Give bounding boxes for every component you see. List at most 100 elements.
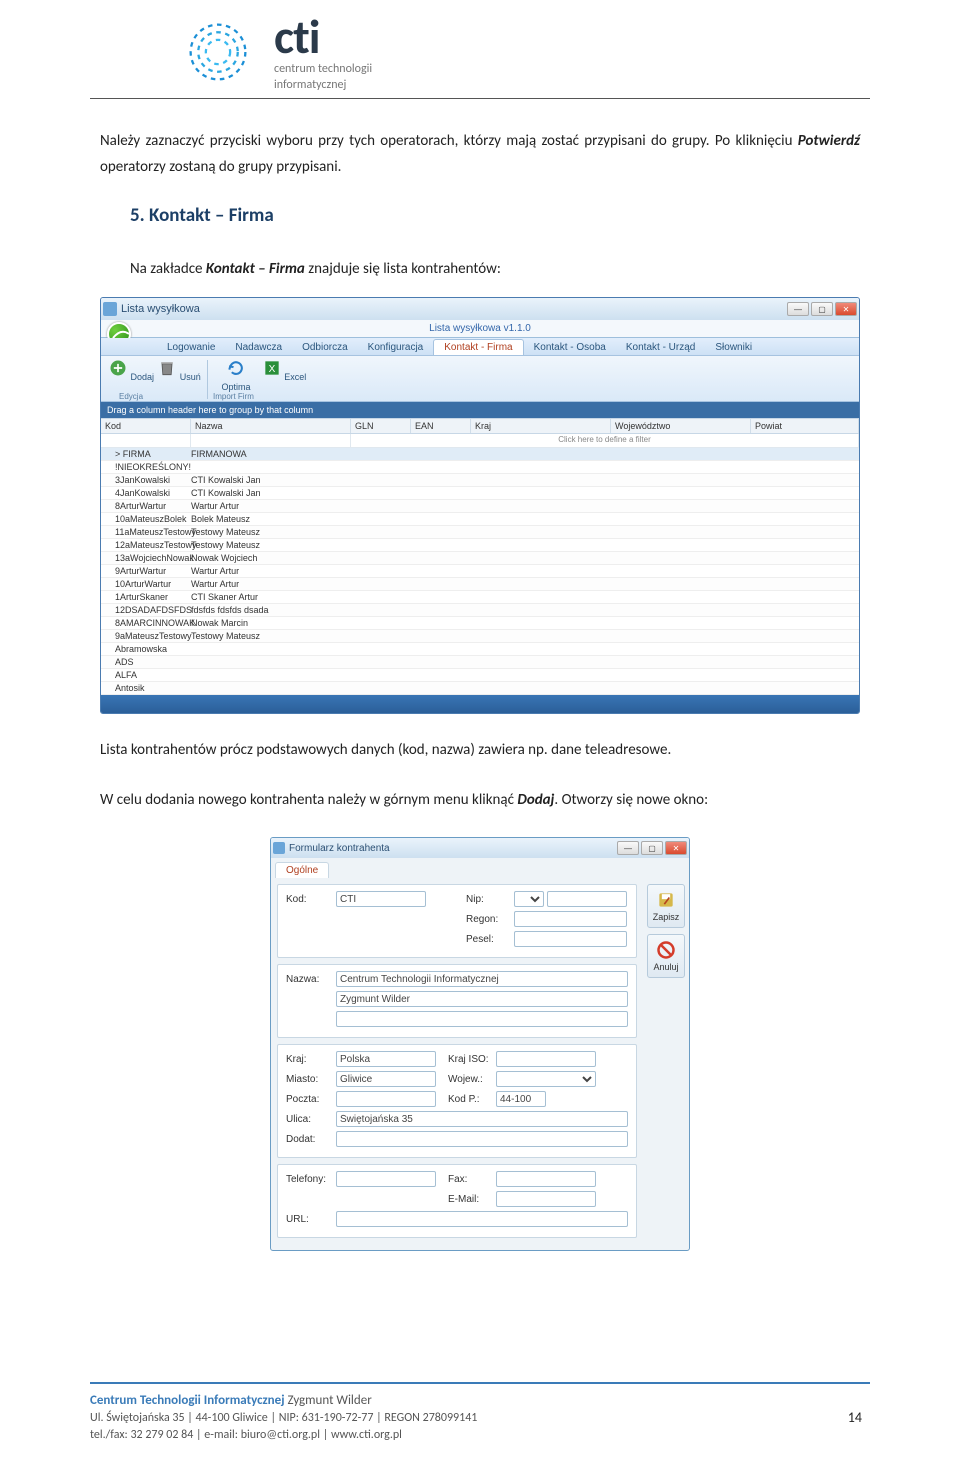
cancel-button[interactable]: Anuluj — [647, 934, 685, 978]
horizontal-scrollbar[interactable] — [101, 695, 859, 713]
label-miasto: Miasto: — [286, 1074, 336, 1085]
label-kraj: Kraj: — [286, 1054, 336, 1065]
ribbon-toolbar: Dodaj Usuń Optima X Excel Edycja Import … — [101, 356, 859, 402]
tab-nadawcza[interactable]: Nadawcza — [225, 340, 292, 355]
filter-hint: Click here to define a filter — [351, 434, 859, 448]
label-krajiso: Kraj ISO: — [448, 1054, 496, 1065]
input-nazwa-1[interactable] — [336, 971, 628, 987]
grid-body: > FIRMAFIRMANOWA!NIEOKREŚLONY!3JanKowals… — [101, 448, 859, 695]
form-title: Formularz kontrahenta — [289, 843, 617, 854]
input-telefony[interactable] — [336, 1171, 436, 1187]
input-dodat[interactable] — [336, 1131, 628, 1147]
label-url: URL: — [286, 1214, 336, 1225]
label-fax: Fax: — [448, 1174, 496, 1185]
paragraph-2: Lista kontrahentów prócz podstawowych da… — [100, 738, 860, 764]
input-kodp[interactable] — [496, 1091, 546, 1107]
input-krajiso[interactable] — [496, 1051, 596, 1067]
input-pesel[interactable] — [514, 931, 627, 947]
table-row[interactable]: 11aMateuszTestowyTestowy Mateusz — [101, 526, 859, 539]
table-row[interactable]: 10ArturWarturWartur Artur — [101, 578, 859, 591]
input-email[interactable] — [496, 1191, 596, 1207]
footer-line-3: tel./fax: 32 279 02 84 | e-mail: biuro@c… — [90, 1427, 870, 1444]
input-ulica[interactable] — [336, 1111, 628, 1127]
svg-text:X: X — [268, 365, 275, 376]
refresh-icon — [226, 358, 246, 378]
toolbar-excel[interactable]: X Excel — [260, 358, 308, 401]
table-row[interactable]: 4JanKowalskiCTI Kowalski Jan — [101, 487, 859, 500]
input-fax[interactable] — [496, 1171, 596, 1187]
table-row[interactable]: 9ArturWarturWartur Artur — [101, 565, 859, 578]
table-row[interactable]: 13aWojciechNowakNowak Wojciech — [101, 552, 859, 565]
tab-logowanie[interactable]: Logowanie — [157, 340, 225, 355]
toolbar-usun[interactable]: Usuń — [155, 358, 203, 401]
form-main: Kod: Nip: Regon: Pesel: Nazwa: — [271, 878, 643, 1250]
ribbon-tabs: Logowanie Nadawcza Odbiorcza Konfiguracj… — [101, 338, 859, 356]
col-nazwa[interactable]: Nazwa — [191, 419, 351, 433]
col-ean[interactable]: EAN — [411, 419, 471, 433]
page-content: Należy zaznaczyć przyciski wyboru przy t… — [0, 99, 960, 1251]
select-nip-prefix[interactable] — [514, 891, 544, 907]
window-title: Lista wysyłkowa — [121, 303, 787, 315]
grid-filter-row[interactable]: Click here to define a filter — [101, 434, 859, 448]
maximize-button[interactable]: ▢ — [811, 302, 833, 316]
window-icon — [103, 302, 117, 316]
tab-kontakt-firma[interactable]: Kontakt - Firma — [433, 339, 523, 355]
input-kod[interactable] — [336, 891, 426, 907]
maximize-button[interactable]: ▢ — [641, 841, 663, 855]
col-gln[interactable]: GLN — [351, 419, 411, 433]
minimize-button[interactable]: — — [617, 841, 639, 855]
input-miasto[interactable] — [336, 1071, 436, 1087]
table-row[interactable]: 10aMateuszBolekBolek Mateusz — [101, 513, 859, 526]
cti-logo-icon — [180, 14, 256, 90]
table-row[interactable]: 9aMateuszTestowyTestowy Mateusz — [101, 630, 859, 643]
app-subtitle: Lista wysyłkowa v1.1.0 — [101, 320, 859, 338]
table-row[interactable]: 3JanKowalskiCTI Kowalski Jan — [101, 474, 859, 487]
label-nip: Nip: — [466, 894, 514, 905]
table-row[interactable]: ADS — [101, 656, 859, 669]
table-row[interactable]: 8ArturWarturWartur Artur — [101, 500, 859, 513]
label-regon: Regon: — [466, 914, 514, 925]
input-poczta[interactable] — [336, 1091, 436, 1107]
col-wojewodztwo[interactable]: Województwo — [611, 419, 751, 433]
minimize-button[interactable]: — — [787, 302, 809, 316]
input-url[interactable] — [336, 1211, 628, 1227]
close-button[interactable]: ✕ — [665, 841, 687, 855]
label-wojew: Wojew.: — [448, 1074, 496, 1085]
tab-konfiguracja[interactable]: Konfiguracja — [358, 340, 434, 355]
toolbar-group-import: Import Firm — [213, 392, 254, 401]
trash-icon — [157, 358, 177, 378]
col-kod[interactable]: Kod — [101, 419, 191, 433]
page-number: 14 — [848, 1409, 862, 1426]
table-row[interactable]: 12DSADAFDSFDSfdsfds fdsfds dsada — [101, 604, 859, 617]
tab-kontakt-urzad[interactable]: Kontakt - Urząd — [616, 340, 705, 355]
input-nazwa-3[interactable] — [336, 1011, 628, 1027]
brand-name: cti — [274, 14, 372, 60]
table-row[interactable]: !NIEOKREŚLONY! — [101, 461, 859, 474]
close-button[interactable]: ✕ — [835, 302, 857, 316]
input-nazwa-2[interactable] — [336, 991, 628, 1007]
input-regon[interactable] — [514, 911, 627, 927]
table-row[interactable]: Antosik — [101, 682, 859, 695]
table-row[interactable]: Abramowska — [101, 643, 859, 656]
form-side-buttons: Zapisz Anuluj — [643, 878, 689, 1250]
table-row[interactable]: 12aMateuszTestowyTestowy Mateusz — [101, 539, 859, 552]
tab-odbiorcza[interactable]: Odbiorcza — [292, 340, 358, 355]
table-row[interactable]: > FIRMAFIRMANOWA — [101, 448, 859, 461]
tab-slowniki[interactable]: Słowniki — [705, 340, 762, 355]
tab-kontakt-osoba[interactable]: Kontakt - Osoba — [524, 340, 616, 355]
table-row[interactable]: ALFA — [101, 669, 859, 682]
input-nip[interactable] — [547, 891, 627, 907]
save-button[interactable]: Zapisz — [647, 884, 685, 928]
col-powiat[interactable]: Powiat — [751, 419, 859, 433]
select-wojew[interactable] — [496, 1071, 596, 1087]
col-kraj[interactable]: Kraj — [471, 419, 611, 433]
input-kraj[interactable] — [336, 1051, 436, 1067]
table-row[interactable]: 1ArturSkanerCTI Skaner Artur — [101, 591, 859, 604]
heading-kontakt-firma: 5. Kontakt – Firma — [130, 204, 860, 227]
group-adres: Kraj:Kraj ISO: Miasto:Wojew.: Poczta:Kod… — [277, 1044, 637, 1158]
brand-subtitle-2: informatycznej — [274, 78, 372, 92]
form-window-buttons: — ▢ ✕ — [617, 841, 687, 855]
label-telefony: Telefony: — [286, 1174, 336, 1185]
table-row[interactable]: 8AMARCINNOWAKNowak Marcin — [101, 617, 859, 630]
form-tab-ogolne[interactable]: Ogólne — [275, 862, 329, 878]
